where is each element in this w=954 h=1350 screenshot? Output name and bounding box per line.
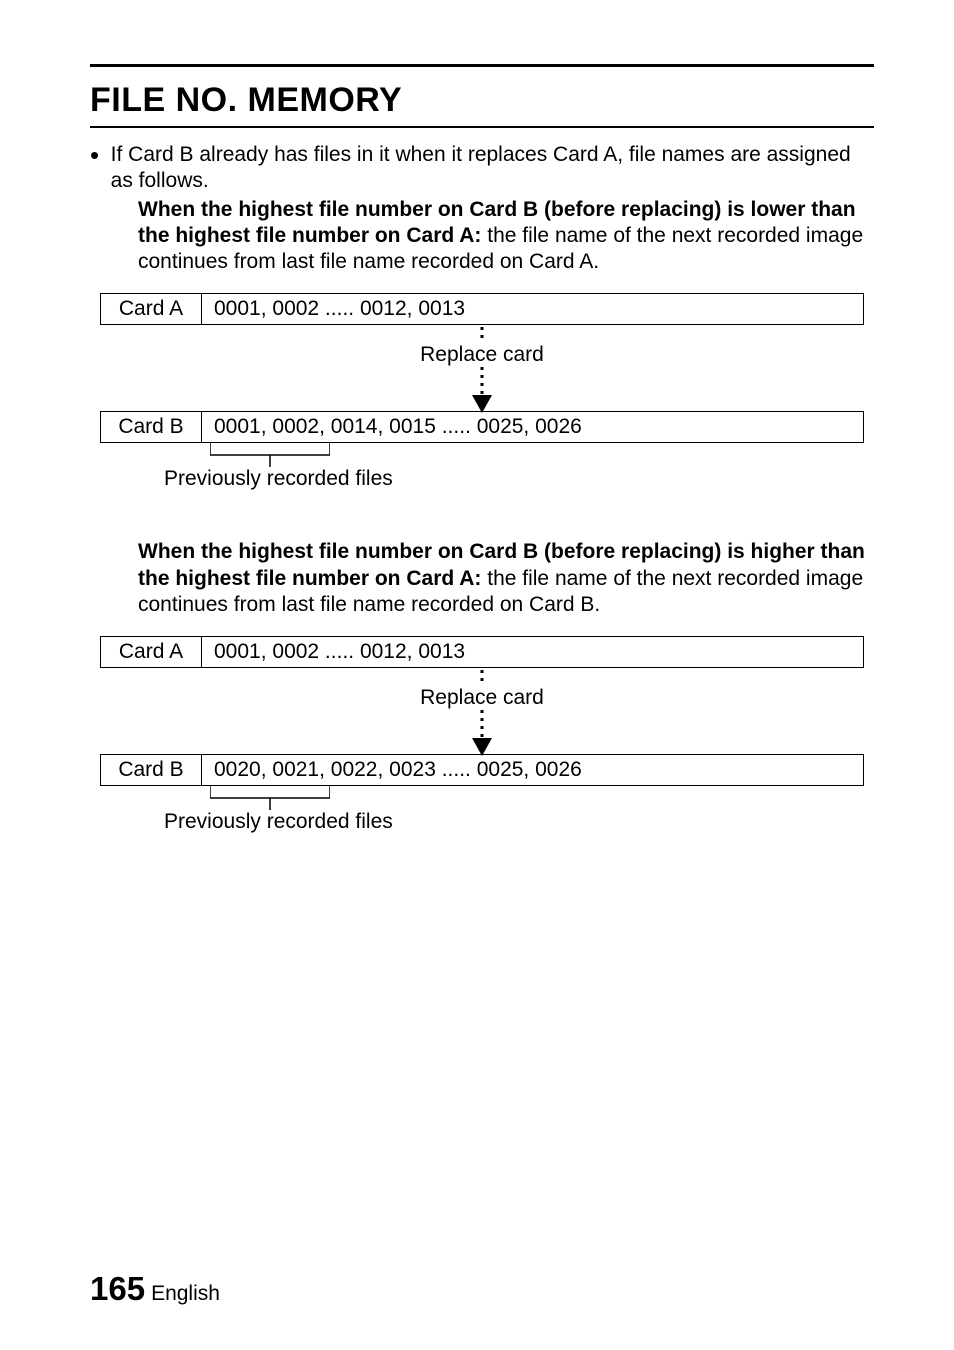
title-underline	[90, 126, 874, 128]
bullet-text: If Card B already has files in it when i…	[111, 142, 874, 195]
page-title: FILE NO. MEMORY	[90, 81, 874, 120]
case2-cardB-label: Card B	[101, 755, 202, 786]
down-arrow-icon	[472, 327, 492, 413]
page-number: 165	[90, 1270, 145, 1307]
table-row: Card A 0001, 0002 ..... 0012, 0013	[101, 294, 864, 325]
case1-replace-block: Replace card	[100, 325, 864, 411]
case1-prev-block: Previously recorded files	[100, 443, 864, 503]
table-row: Card B 0020, 0021, 0022, 0023 ..... 0025…	[101, 755, 864, 786]
case2-replace-block: Replace card	[100, 668, 864, 754]
footer-language: English	[151, 1282, 220, 1305]
case1-cardA-values: 0001, 0002 ..... 0012, 0013	[202, 294, 864, 325]
case2-cardA-label: Card A	[101, 637, 202, 668]
top-rule	[90, 64, 874, 67]
bullet-paragraph: • If Card B already has files in it when…	[90, 142, 874, 195]
case1-cardB-values: 0001, 0002, 0014, 0015 ..... 0025, 0026	[202, 412, 864, 443]
case2-cardB-table: Card B 0020, 0021, 0022, 0023 ..... 0025…	[100, 754, 864, 786]
table-row: Card A 0001, 0002 ..... 0012, 0013	[101, 637, 864, 668]
case2-paragraph: When the highest file number on Card B (…	[138, 539, 874, 618]
case2-prev-block: Previously recorded files	[100, 786, 864, 846]
bracket-icon	[210, 443, 330, 467]
case1-cardA-table: Card A 0001, 0002 ..... 0012, 0013	[100, 293, 864, 325]
case2-cardA-values: 0001, 0002 ..... 0012, 0013	[202, 637, 864, 668]
case1-cardA-label: Card A	[101, 294, 202, 325]
case1-paragraph: When the highest file number on Card B (…	[138, 197, 874, 276]
case2-prev-label: Previously recorded files	[164, 810, 393, 834]
case2-replace-label: Replace card	[414, 686, 550, 710]
case2-cardB-values: 0020, 0021, 0022, 0023 ..... 0025, 0026	[202, 755, 864, 786]
case1-replace-label: Replace card	[414, 343, 550, 367]
case1-cardB-table: Card B 0001, 0002, 0014, 0015 ..... 0025…	[100, 411, 864, 443]
case2-cardA-table: Card A 0001, 0002 ..... 0012, 0013	[100, 636, 864, 668]
table-row: Card B 0001, 0002, 0014, 0015 ..... 0025…	[101, 412, 864, 443]
bullet-icon: •	[90, 145, 103, 198]
bracket-icon	[210, 786, 330, 810]
down-arrow-icon	[472, 670, 492, 756]
case1-cardB-label: Card B	[101, 412, 202, 443]
case1-prev-label: Previously recorded files	[164, 467, 393, 491]
page-footer: 165 English	[90, 1270, 220, 1308]
